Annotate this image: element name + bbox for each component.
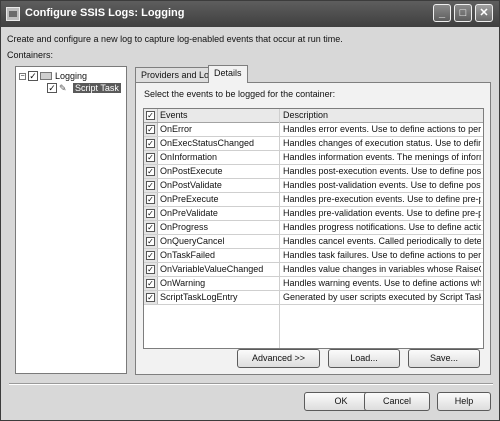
table-row[interactable]: ✓ OnExecStatusChanged Handles changes of…	[144, 137, 483, 151]
events-column-header[interactable]: Events	[160, 110, 278, 120]
row-checkbox-cell[interactable]: ✓	[144, 291, 158, 304]
row-checkbox-cell[interactable]: ✓	[144, 193, 158, 206]
select-events-label: Select the events to be logged for the c…	[144, 89, 336, 99]
description-column-header[interactable]: Description	[283, 110, 481, 120]
footer-divider	[9, 383, 493, 385]
event-name: OnPreValidate	[160, 208, 218, 218]
row-checkbox-cell[interactable]: ✓	[144, 207, 158, 220]
window-title: Configure SSIS Logs: Logging	[25, 7, 185, 19]
row-checkbox-cell[interactable]: ✓	[144, 221, 158, 234]
table-row[interactable]: ✓ OnTaskFailed Handles task failures. Us…	[144, 249, 483, 263]
tree-checkbox-script-task[interactable]: ✓	[47, 83, 57, 93]
dialog-description: Create and configure a new log to captur…	[7, 34, 343, 44]
advanced-button[interactable]: Advanced >>	[237, 349, 320, 368]
table-row[interactable]: ✓ OnWarning Handles warning events. Use …	[144, 277, 483, 291]
event-description: Handles pre-validation events. Use to de…	[283, 208, 481, 218]
row-checkbox[interactable]: ✓	[146, 237, 155, 246]
cancel-button[interactable]: Cancel	[364, 392, 430, 411]
table-row[interactable]: ✓ OnPostValidate Handles post-validation…	[144, 179, 483, 193]
table-row[interactable]: ✓ OnVariableValueChanged Handles value c…	[144, 263, 483, 277]
row-checkbox-cell[interactable]: ✓	[144, 249, 158, 262]
minimize-button[interactable]: _	[433, 4, 451, 22]
row-checkbox[interactable]: ✓	[146, 265, 155, 274]
row-checkbox[interactable]: ✓	[146, 209, 155, 218]
event-description: Handles post-execution events. Use to de…	[283, 166, 481, 176]
close-window-button[interactable]: ✕	[475, 4, 493, 22]
table-row[interactable]: ✓ OnInformation Handles information even…	[144, 151, 483, 165]
event-description: Handles task failures. Use to define act…	[283, 250, 481, 260]
row-checkbox-cell[interactable]: ✓	[144, 235, 158, 248]
maximize-button[interactable]: □	[454, 4, 472, 22]
row-checkbox-cell[interactable]: ✓	[144, 137, 158, 150]
event-description: Handles post-validation events. Use to d…	[283, 180, 481, 190]
tab-details[interactable]: Details	[208, 65, 248, 83]
event-description: Handles value changes in variables whose…	[283, 264, 481, 274]
save-button[interactable]: Save...	[408, 349, 480, 368]
events-grid[interactable]: ✓ Events Description ✓ OnError Handles e…	[143, 108, 484, 349]
row-checkbox-cell[interactable]: ✓	[144, 123, 158, 136]
row-checkbox-cell[interactable]: ✓	[144, 277, 158, 290]
tree-node-label: Script Task	[73, 83, 121, 93]
table-row[interactable]: ✓ OnProgress Handles progress notificati…	[144, 221, 483, 235]
table-row[interactable]: ✓ OnQueryCancel Handles cancel events. C…	[144, 235, 483, 249]
event-name: OnQueryCancel	[160, 236, 225, 246]
event-name: OnPostExecute	[160, 166, 223, 176]
event-name: OnExecStatusChanged	[160, 138, 255, 148]
row-checkbox[interactable]: ✓	[146, 139, 155, 148]
help-button[interactable]: Help	[437, 392, 491, 411]
row-checkbox[interactable]: ✓	[146, 293, 155, 302]
table-row[interactable]: ✓ OnError Handles error events. Use to d…	[144, 123, 483, 137]
row-checkbox[interactable]: ✓	[146, 279, 155, 288]
tree-node-logging[interactable]: − ✓ Logging	[19, 70, 87, 82]
event-name: OnTaskFailed	[160, 250, 216, 260]
folder-icon	[40, 72, 52, 80]
table-row[interactable]: ✓ ScriptTaskLogEntry Generated by user s…	[144, 291, 483, 305]
event-name: OnVariableValueChanged	[160, 264, 264, 274]
window-icon	[6, 7, 20, 21]
event-name: OnInformation	[160, 152, 218, 162]
row-checkbox[interactable]: ✓	[146, 181, 155, 190]
event-description: Handles information events. The menings …	[283, 152, 481, 162]
event-description: Generated by user scripts executed by Sc…	[283, 292, 481, 302]
table-row[interactable]: ✓ OnPreExecute Handles pre-execution eve…	[144, 193, 483, 207]
row-checkbox-cell[interactable]: ✓	[144, 151, 158, 164]
event-name: OnProgress	[160, 222, 209, 232]
event-description: Handles pre-execution events. Use to def…	[283, 194, 481, 204]
row-checkbox[interactable]: ✓	[146, 167, 155, 176]
event-name: OnWarning	[160, 278, 206, 288]
tree-checkbox-logging[interactable]: ✓	[28, 71, 38, 81]
event-description: Handles warning events. Use to define ac…	[283, 278, 481, 288]
event-description: Handles error events. Use to define acti…	[283, 124, 481, 134]
containers-tree[interactable]: − ✓ Logging ✓ ✎ Script Task	[15, 66, 127, 374]
event-name: ScriptTaskLogEntry	[160, 292, 238, 302]
row-checkbox-cell[interactable]: ✓	[144, 165, 158, 178]
containers-label: Containers:	[7, 50, 54, 60]
title-bar: Configure SSIS Logs: Logging _ □ ✕	[1, 1, 499, 27]
grid-header: ✓ Events Description	[144, 109, 483, 123]
row-checkbox[interactable]: ✓	[146, 223, 155, 232]
script-task-icon: ✎	[59, 83, 67, 93]
event-description: Handles progress notifications. Use to d…	[283, 222, 481, 232]
load-button[interactable]: Load...	[328, 349, 400, 368]
row-checkbox[interactable]: ✓	[146, 251, 155, 260]
select-all-cell[interactable]: ✓	[144, 109, 158, 122]
row-checkbox-cell[interactable]: ✓	[144, 263, 158, 276]
event-description: Handles cancel events. Called periodical…	[283, 236, 481, 246]
event-name: OnPostValidate	[160, 180, 222, 190]
tree-node-label: Logging	[55, 71, 88, 81]
row-checkbox[interactable]: ✓	[146, 195, 155, 204]
row-checkbox[interactable]: ✓	[146, 125, 155, 134]
row-checkbox[interactable]: ✓	[146, 153, 155, 162]
event-name: OnPreExecute	[160, 194, 219, 204]
table-row[interactable]: ✓ OnPostExecute Handles post-execution e…	[144, 165, 483, 179]
tree-node-script-task[interactable]: ✓ ✎ Script Task	[47, 82, 121, 94]
configure-ssis-logs-dialog: Configure SSIS Logs: Logging _ □ ✕ Creat…	[0, 0, 500, 421]
select-all-checkbox[interactable]: ✓	[146, 111, 155, 120]
row-checkbox-cell[interactable]: ✓	[144, 179, 158, 192]
collapse-icon[interactable]: −	[19, 72, 26, 80]
details-panel: Select the events to be logged for the c…	[135, 82, 491, 375]
event-description: Handles changes of execution status. Use…	[283, 138, 481, 148]
event-name: OnError	[160, 124, 193, 134]
table-row[interactable]: ✓ OnPreValidate Handles pre-validation e…	[144, 207, 483, 221]
